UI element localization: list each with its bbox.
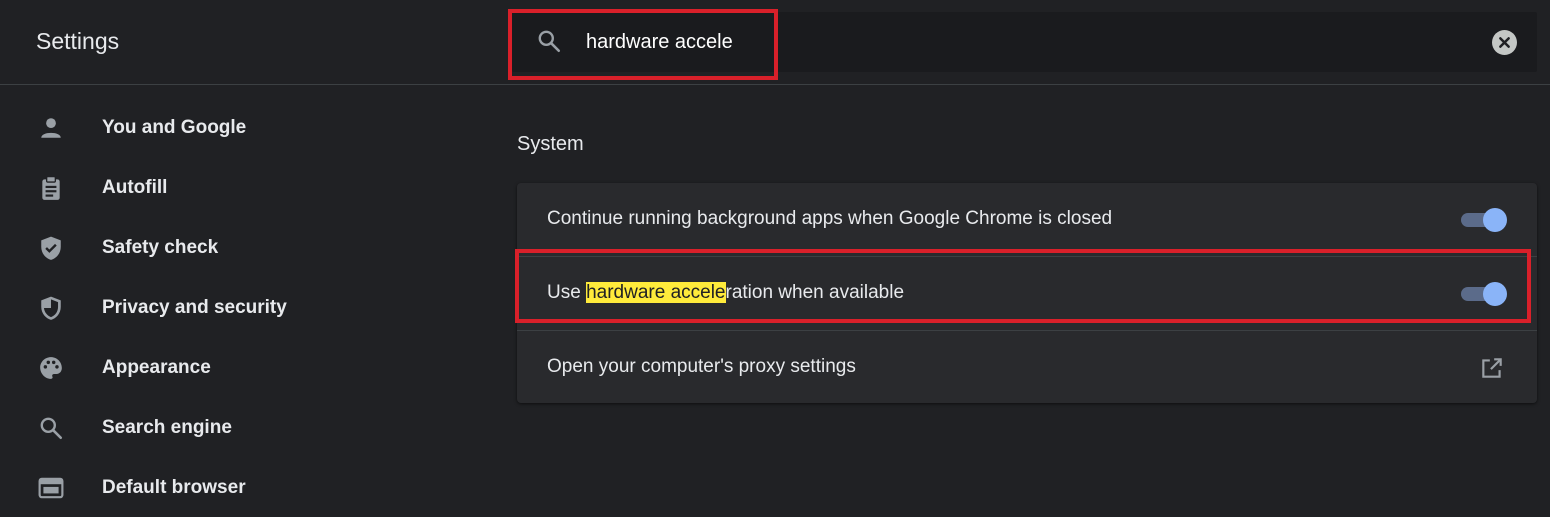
sidebar-item-autofill[interactable]: Autofill bbox=[0, 157, 480, 217]
sidebar: You and Google Autofill Safety check Pri… bbox=[0, 85, 480, 507]
shield-check-icon bbox=[41, 236, 61, 260]
sidebar-item-label: Search engine bbox=[102, 417, 232, 438]
sidebar-item-label: You and Google bbox=[102, 117, 247, 138]
hardware-acceleration-toggle[interactable] bbox=[1459, 282, 1507, 306]
person-icon bbox=[41, 118, 61, 138]
setting-label: Open your computer's proxy settings bbox=[547, 356, 856, 377]
background-apps-toggle[interactable] bbox=[1459, 208, 1507, 232]
sidebar-item-privacy-and-security[interactable]: Privacy and security bbox=[0, 277, 480, 337]
section-title-system: System bbox=[517, 133, 584, 155]
search-icon bbox=[40, 417, 63, 440]
search-icon bbox=[538, 30, 561, 53]
sidebar-item-label: Autofill bbox=[102, 177, 168, 198]
toggle-knob bbox=[1483, 208, 1507, 232]
search-bar[interactable]: hardware accele bbox=[512, 12, 1537, 72]
system-settings-card: Continue running background apps when Go… bbox=[517, 183, 1537, 403]
toggle-knob bbox=[1483, 282, 1507, 306]
close-icon bbox=[1499, 37, 1510, 48]
setting-row-background-apps: Continue running background apps when Go… bbox=[517, 183, 1537, 256]
settings-header: Settings hardware accele bbox=[0, 0, 1550, 85]
browser-window-icon bbox=[38, 477, 64, 499]
setting-label: Continue running background apps when Go… bbox=[547, 208, 1113, 229]
search-match-highlight: hardware accele bbox=[586, 282, 726, 303]
sidebar-item-search-engine[interactable]: Search engine bbox=[0, 397, 480, 457]
sidebar-item-appearance[interactable]: Appearance bbox=[0, 337, 480, 397]
setting-row-proxy-settings[interactable]: Open your computer's proxy settings bbox=[517, 330, 1537, 404]
sidebar-item-label: Safety check bbox=[102, 237, 219, 258]
sidebar-item-default-browser[interactable]: Default browser bbox=[0, 457, 480, 517]
palette-icon bbox=[40, 357, 62, 379]
shield-half-icon bbox=[41, 296, 61, 320]
search-input[interactable]: hardware accele bbox=[586, 31, 733, 54]
sidebar-item-safety-check[interactable]: Safety check bbox=[0, 217, 480, 277]
clipboard-icon bbox=[42, 175, 60, 200]
external-link-icon[interactable] bbox=[1479, 355, 1505, 381]
setting-row-hardware-acceleration: Use hardware acceleration when available bbox=[517, 256, 1537, 330]
sidebar-item-you-and-google[interactable]: You and Google bbox=[0, 97, 480, 157]
clear-search-button[interactable] bbox=[1492, 30, 1517, 55]
page-title: Settings bbox=[36, 28, 120, 54]
sidebar-item-label: Privacy and security bbox=[102, 297, 287, 318]
label-suffix: ration when available bbox=[725, 282, 905, 303]
setting-label: Use hardware acceleration when available bbox=[547, 282, 904, 304]
label-prefix: Use bbox=[547, 282, 587, 303]
sidebar-item-label: Appearance bbox=[102, 357, 211, 378]
sidebar-item-label: Default browser bbox=[102, 477, 246, 498]
